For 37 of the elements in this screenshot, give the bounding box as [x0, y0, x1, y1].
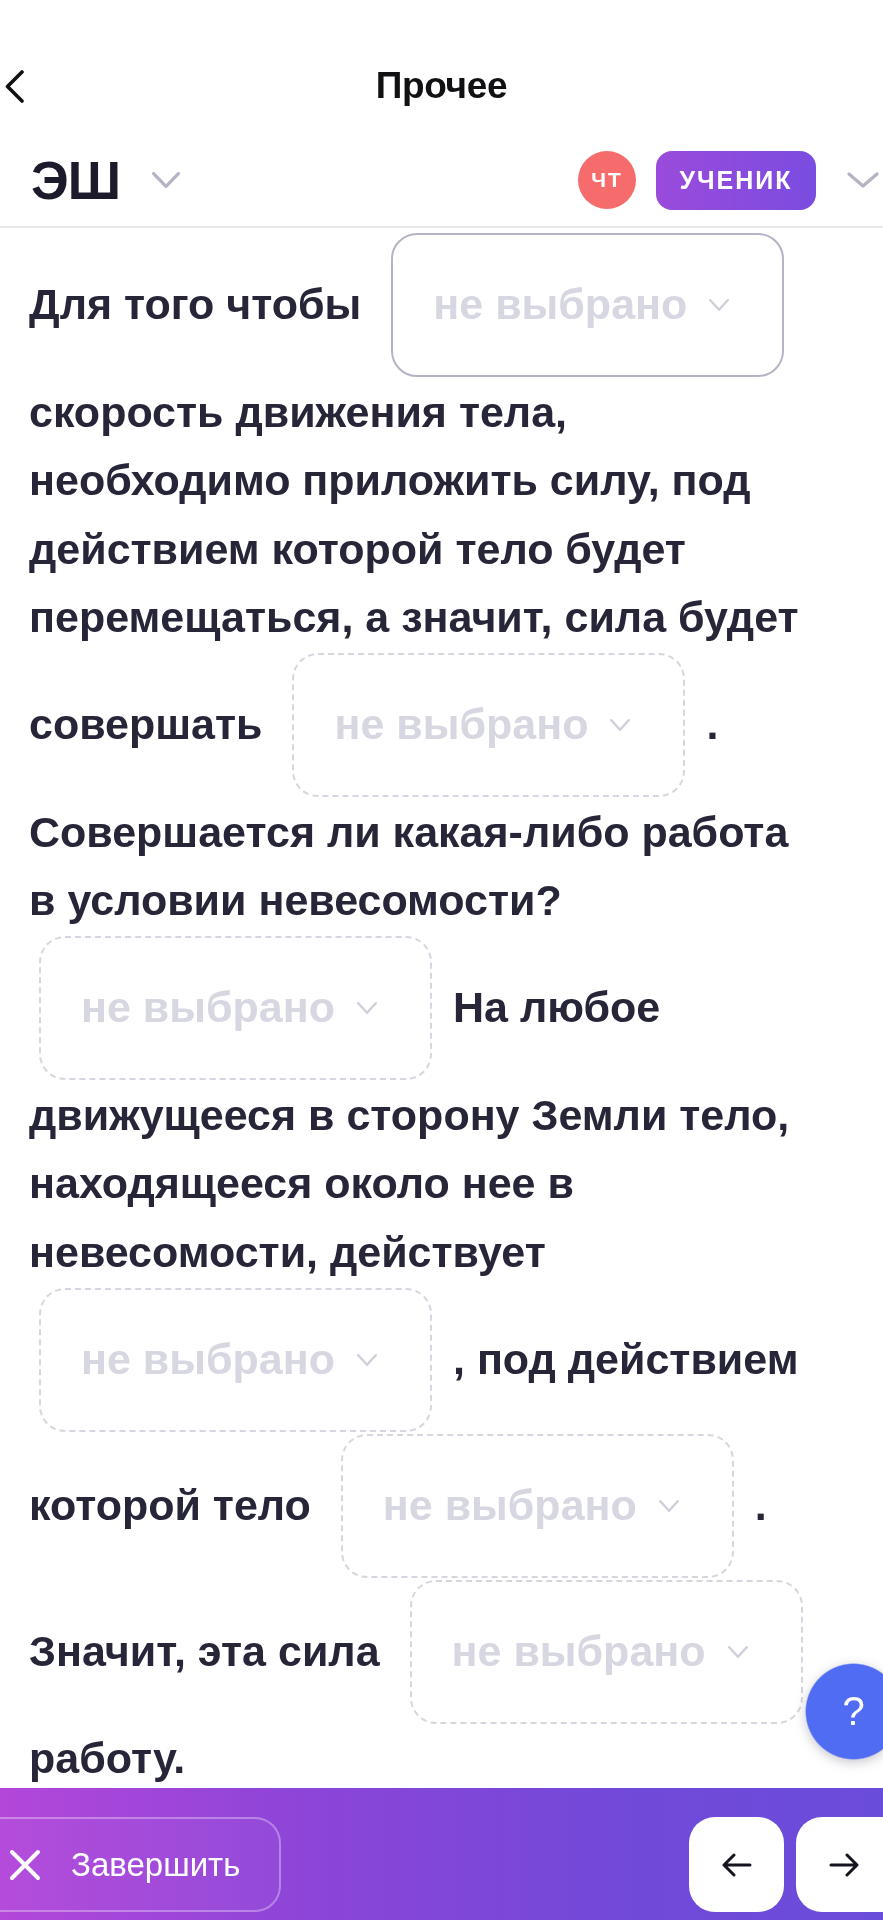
chevron-down-icon: [356, 1353, 377, 1366]
question-text: работу.: [29, 1734, 186, 1784]
question-text: скорость движения тела,: [29, 387, 568, 437]
question-text: Совершается ли какая-либо работа: [29, 807, 789, 857]
chevron-left-icon: [5, 69, 24, 103]
question-text: перемещаться, а значит, сила будет: [29, 593, 799, 643]
question-text: в условии невесомости?: [29, 876, 562, 926]
question-text: Значит, эта сила: [29, 1626, 380, 1677]
question-text: совершать: [29, 700, 263, 750]
help-button[interactable]: ?: [805, 1663, 883, 1760]
question-text: движущееся в сторону Земли тело,: [29, 1090, 790, 1140]
chevron-down-icon: [658, 1499, 679, 1512]
question-text: На любое: [453, 983, 661, 1033]
question-text: действием которой тело будет: [29, 524, 686, 574]
question-text: которой тело: [29, 1480, 311, 1531]
question-text: невесомости, действует: [29, 1227, 546, 1277]
logo-switcher[interactable]: ЭШ: [31, 153, 180, 207]
previous-button[interactable]: [689, 1817, 784, 1912]
arrow-left-icon: [721, 1852, 752, 1877]
finish-button[interactable]: Завершить: [0, 1817, 281, 1912]
question-text: .: [754, 1480, 767, 1531]
screen-title: Прочее: [375, 64, 508, 108]
chevron-down-icon: [709, 299, 730, 311]
chevron-down-icon: [727, 1645, 748, 1658]
next-button[interactable]: [796, 1817, 883, 1912]
question-text: , под действием: [453, 1334, 799, 1385]
close-icon: [9, 1848, 41, 1881]
role-badge[interactable]: УЧЕНИК: [656, 150, 816, 210]
chevron-down-icon: [151, 172, 180, 188]
chevron-down-icon: [356, 1002, 377, 1014]
arrow-right-icon: [828, 1852, 859, 1877]
chevron-down-icon: [610, 719, 631, 731]
initials-avatar: ЧТ: [578, 151, 636, 209]
question-text: необходимо приложить силу, под: [29, 456, 751, 506]
question-text: находящееся около нее в: [29, 1159, 574, 1209]
question-text: Для того чтобы: [29, 280, 362, 330]
question-text: .: [706, 700, 719, 750]
